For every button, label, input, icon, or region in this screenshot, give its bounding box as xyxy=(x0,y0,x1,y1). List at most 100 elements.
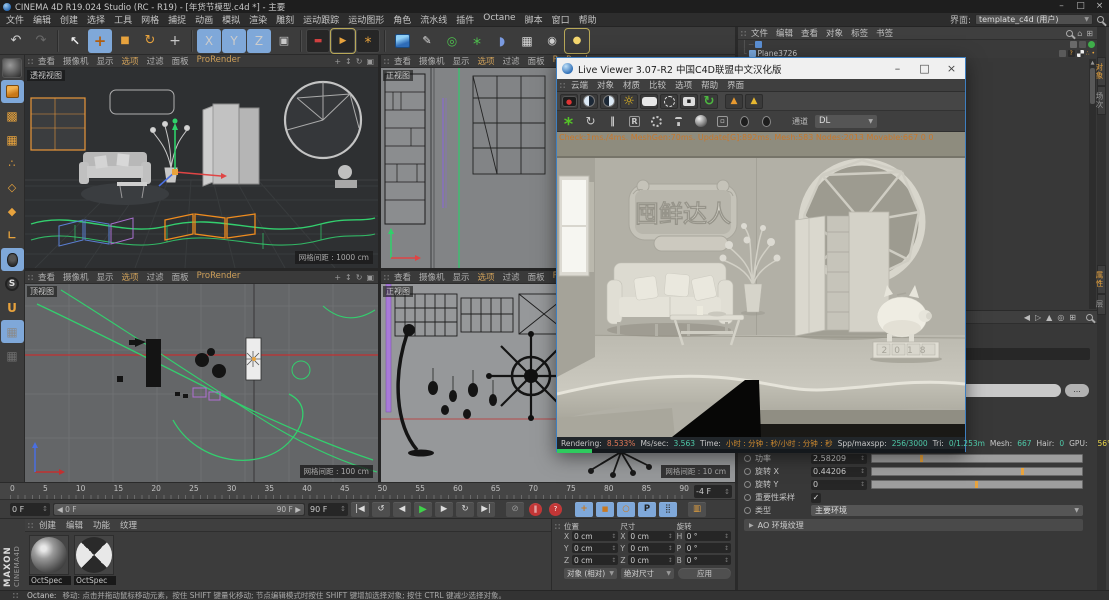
size-field[interactable]: Y0 cm ↕ xyxy=(620,543,675,553)
viewport-menu-item[interactable]: 过滤 xyxy=(503,55,520,67)
axis-x-toggle[interactable]: X xyxy=(197,28,221,53)
viewport-menu-item[interactable]: 摄像机 xyxy=(419,55,445,67)
viewport-nav-icon[interactable]: ↻ xyxy=(356,273,363,282)
apply-button[interactable]: 应用 xyxy=(678,568,731,579)
om-menu-item[interactable]: 文件 xyxy=(751,27,768,39)
dock-tab[interactable]: 层 xyxy=(1095,294,1106,315)
gap[interactable] xyxy=(680,502,685,517)
film-region-icon[interactable] xyxy=(660,93,678,109)
om-icon[interactable]: ⌂ xyxy=(1077,29,1082,38)
om-menu-item[interactable]: 标签 xyxy=(851,27,868,39)
separator[interactable] xyxy=(191,29,193,52)
attribute-slider-row[interactable]: 旋转 X 0.44206 ↕ xyxy=(738,465,1097,478)
lv-menu-item[interactable]: 材质 xyxy=(623,79,640,91)
gap[interactable] xyxy=(498,502,503,517)
attribute-slider-row[interactable]: 功率 2.58209 ↕ xyxy=(738,452,1097,465)
goto-start-button[interactable]: |◀ xyxy=(351,501,369,517)
viewport-menu-item[interactable]: 摄像机 xyxy=(63,271,89,283)
viewport-menu-item[interactable]: 显示 xyxy=(453,55,470,67)
rotation-field[interactable]: H0 ° ↕ xyxy=(677,531,731,541)
lv-title-bar[interactable]: Live Viewer 3.07-R2 中国C4D联盟中文汉化版 – □ × xyxy=(557,58,965,79)
recycle-icon[interactable]: ↻ xyxy=(700,93,718,109)
lv-menu-item[interactable]: 云端 xyxy=(571,79,588,91)
sun-icon[interactable]: ☼ xyxy=(620,93,638,109)
viewport-menu-item[interactable]: 过滤 xyxy=(147,271,164,283)
restart-render-icon[interactable]: ↻ xyxy=(584,114,597,128)
key-position-toggle[interactable]: + xyxy=(575,501,593,517)
generator-icon[interactable]: * xyxy=(465,29,489,53)
attr-header-icon[interactable]: ◀ xyxy=(1024,313,1030,322)
move-icon[interactable]: + xyxy=(88,28,112,53)
material-menu-item[interactable]: 创建 xyxy=(39,519,56,531)
material-item[interactable]: OctSpec xyxy=(29,535,71,585)
type-dropdown[interactable]: 主要环境 ▼ xyxy=(811,505,1083,516)
position-field[interactable]: X0 cm ↕ xyxy=(564,531,619,541)
menu-item[interactable]: 雕刻 xyxy=(276,13,294,26)
size-field[interactable]: Z0 cm ↕ xyxy=(620,555,675,565)
play-loop-button[interactable]: ↻ xyxy=(456,501,474,517)
polygons-mode-icon[interactable]: ◆ xyxy=(1,200,24,223)
size-mode-dropdown[interactable]: 绝对尺寸 ▼ xyxy=(621,568,674,579)
focus-pin-icon[interactable] xyxy=(738,115,751,127)
model-mode-icon[interactable] xyxy=(0,80,24,103)
om-menu-item[interactable]: 编辑 xyxy=(776,27,793,39)
points-mode-icon[interactable]: ∴ xyxy=(1,152,24,175)
timeline-end-spinner[interactable]: -4 F ↕ xyxy=(694,485,732,498)
menu-item[interactable]: 选择 xyxy=(87,13,105,26)
area-light-icon[interactable]: ▲ xyxy=(745,93,763,109)
ao-group-bar[interactable]: ▶ AO 环境纹理 xyxy=(744,519,1083,531)
om-icon[interactable]: ⊞ xyxy=(1086,29,1093,38)
type-row[interactable]: 类型 主要环境 ▼ xyxy=(738,504,1097,517)
workplane-lock-icon[interactable]: ▦ xyxy=(0,320,24,343)
attr-header-icon[interactable]: ▲ xyxy=(1046,313,1052,322)
material-item[interactable]: OctSpec xyxy=(74,535,116,585)
end-frame-spinner[interactable]: 90 F ↕ xyxy=(308,502,348,516)
redo-icon[interactable]: ↷ xyxy=(29,29,53,53)
separator[interactable] xyxy=(300,29,302,52)
viewport-menu-item[interactable]: 查看 xyxy=(38,55,55,67)
rotation-field[interactable]: B0 ° ↕ xyxy=(677,555,731,565)
magnet-icon[interactable]: U xyxy=(1,296,24,319)
autokey-button[interactable]: ⊘ xyxy=(506,501,524,517)
sampling-row[interactable]: 重要性采样 ✓ xyxy=(738,491,1097,504)
sampling-checkbox[interactable]: ✓ xyxy=(811,492,821,503)
position-field[interactable]: Y0 cm ↕ xyxy=(564,543,619,553)
material-ball-icon[interactable] xyxy=(694,115,707,127)
record-question-button[interactable]: ? xyxy=(549,502,562,516)
viewport-nav-icon[interactable]: + xyxy=(334,273,341,282)
minimize-button[interactable]: – xyxy=(1052,0,1071,13)
lv-maximize-button[interactable]: □ xyxy=(911,58,938,79)
menu-item[interactable]: 工具 xyxy=(114,13,132,26)
attr-header-icon[interactable]: ▷ xyxy=(1035,313,1041,322)
render-picture-viewer-icon[interactable]: ▶ xyxy=(330,27,356,54)
goto-end-button[interactable]: ▶| xyxy=(477,501,495,517)
material-pin-icon[interactable] xyxy=(760,115,773,127)
interface-dropdown[interactable]: template_c4d (用户) ▼ xyxy=(975,14,1093,25)
viewport-top[interactable]: 查看 摄像机 显示 选项 过滤 面板 ProRender + ↕ ↻ ▣ 顶视图 网格间距 : 1… xyxy=(25,271,378,482)
attr-header-icon[interactable]: ◎ xyxy=(1057,313,1064,322)
menu-item[interactable]: 插件 xyxy=(456,13,474,26)
subdivision-surface-icon[interactable]: ◎ xyxy=(440,29,464,53)
live-selection-icon[interactable]: ↖ xyxy=(63,29,87,53)
current-frame-spinner[interactable]: 0 F ↕ xyxy=(10,502,50,516)
viewport-menu-item[interactable]: ProRender xyxy=(197,271,241,283)
maximize-button[interactable]: □ xyxy=(1071,0,1090,13)
scale-icon[interactable]: ■ xyxy=(113,29,137,53)
play-button[interactable]: ▶ xyxy=(414,501,432,517)
viewport-menu-item[interactable]: 摄像机 xyxy=(63,55,89,67)
menu-item[interactable]: 渲染 xyxy=(249,13,267,26)
axis-z-toggle[interactable]: Z xyxy=(247,28,271,53)
primitive-cube-icon[interactable] xyxy=(390,29,414,53)
material-menu-item[interactable]: 功能 xyxy=(93,519,110,531)
prev-frame-button[interactable]: ◀ xyxy=(393,501,411,517)
render-settings-icon[interactable]: * xyxy=(356,28,380,53)
menu-item[interactable]: 窗口 xyxy=(552,13,570,26)
key-pla-toggle[interactable]: ⣿ xyxy=(659,501,677,517)
key-scale-toggle[interactable]: ■ xyxy=(596,501,614,517)
menu-item[interactable]: 流水线 xyxy=(420,13,447,26)
texture-browse-button[interactable]: ... xyxy=(1065,384,1089,397)
viewport-nav-icon[interactable]: ▣ xyxy=(366,57,374,66)
render-view[interactable]: Check:1ms./4ms. MeshGen:70ms. Update[G]:… xyxy=(557,132,965,437)
menu-item[interactable]: 脚本 xyxy=(525,13,543,26)
viewport-nav-icon[interactable]: ↕ xyxy=(345,273,352,282)
